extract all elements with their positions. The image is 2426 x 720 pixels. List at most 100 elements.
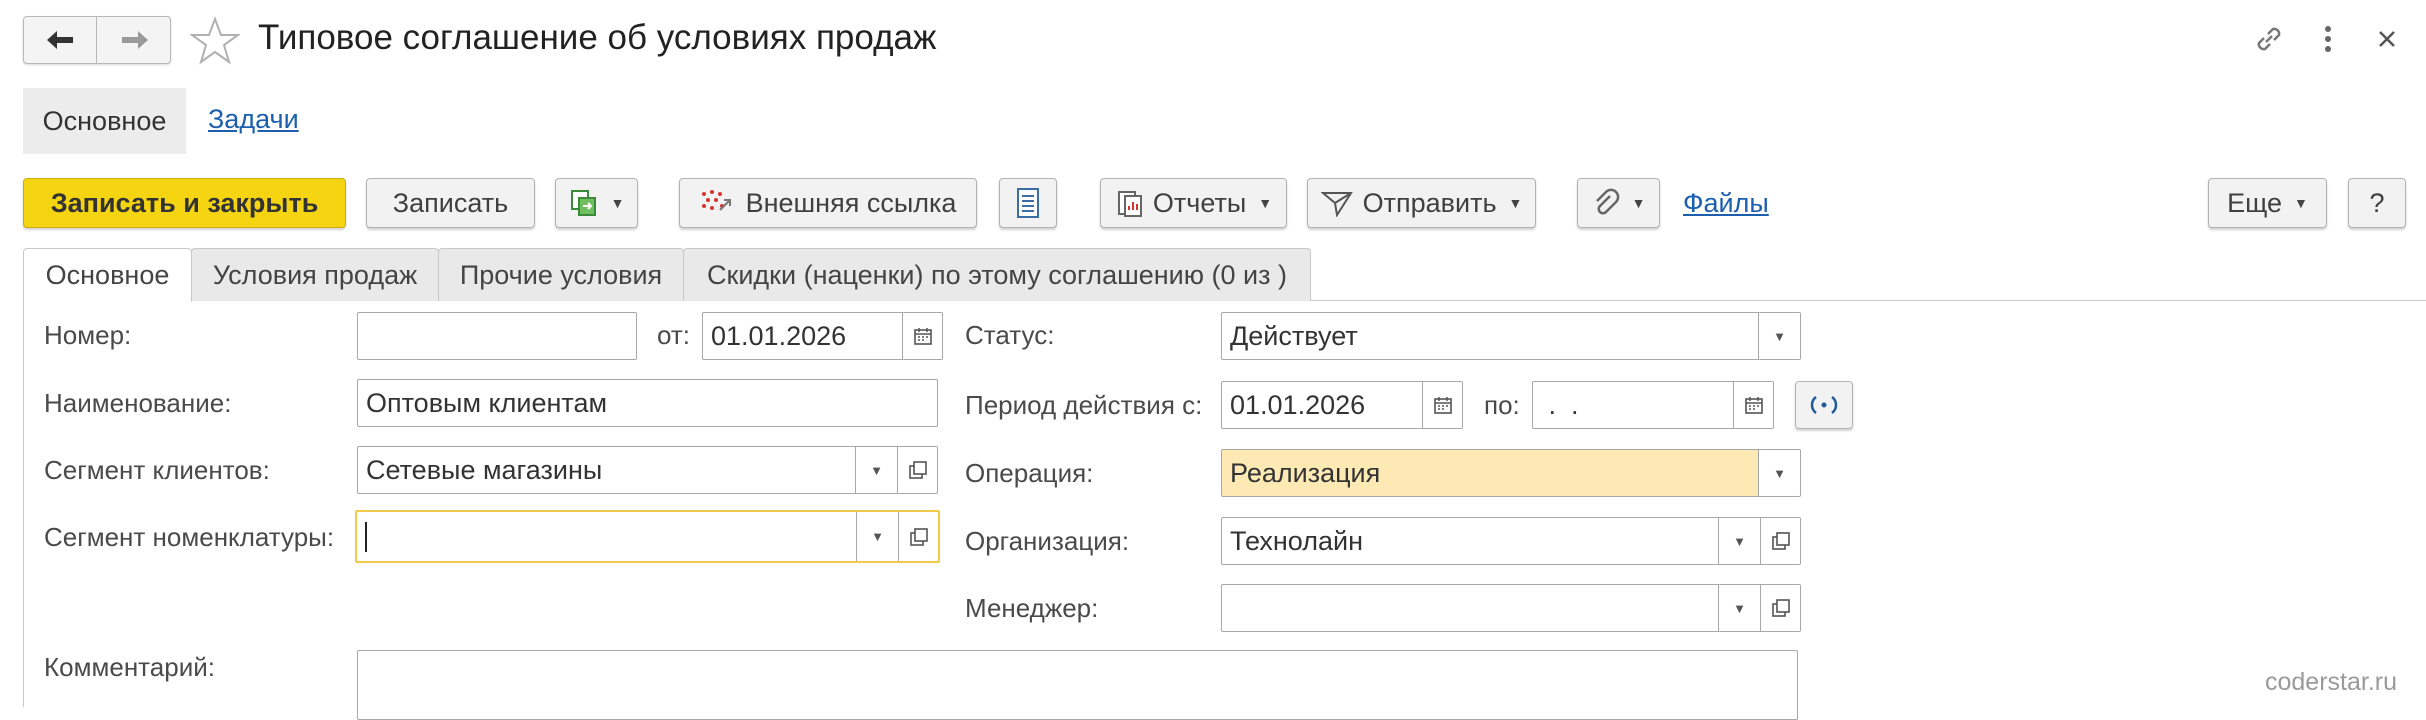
chevron-down-icon: ▼ xyxy=(1508,195,1523,211)
chevron-down-icon: ▼ xyxy=(1773,328,1786,344)
more-vertical-icon[interactable] xyxy=(2313,22,2343,56)
status-value: Действует xyxy=(1230,320,1358,351)
chevron-down-icon: ▼ xyxy=(1258,195,1273,211)
client-segment-open[interactable] xyxy=(897,447,937,493)
help-label: ? xyxy=(2369,187,2385,218)
tab-other-terms[interactable]: Прочие условия xyxy=(438,248,684,301)
organization-field[interactable]: Технолайн ▼ xyxy=(1221,517,1801,565)
help-button[interactable]: ? xyxy=(2348,178,2406,228)
open-icon xyxy=(908,461,927,479)
window-title: Типовое соглашение об условиях продаж xyxy=(258,18,937,57)
manager-open[interactable] xyxy=(1760,585,1800,631)
calendar-icon xyxy=(913,328,932,345)
external-link-button[interactable]: Внешняя ссылка xyxy=(679,178,977,228)
period-select-button[interactable] xyxy=(1795,381,1853,429)
operation-value: Реализация xyxy=(1230,457,1381,488)
nomenclature-segment-open[interactable] xyxy=(898,512,938,561)
nav-tab-tasks-label[interactable]: Задачи xyxy=(208,104,299,134)
tab-discounts[interactable]: Скидки (наценки) по этому соглашению (0 … xyxy=(683,248,1311,301)
reports-button[interactable]: Отчеты ▼ xyxy=(1100,178,1287,228)
name-label: Наименование: xyxy=(44,388,232,418)
form-panel xyxy=(23,300,2426,707)
status-field[interactable]: Действует ▼ xyxy=(1221,312,1801,360)
document-list-button[interactable] xyxy=(999,178,1057,228)
tab-sales-terms-label: Условия продаж xyxy=(212,259,418,290)
save-and-close-button[interactable]: Записать и закрыть xyxy=(23,178,346,228)
star-favorite-icon[interactable] xyxy=(190,16,240,66)
files-link-label[interactable]: Файлы xyxy=(1683,188,1769,218)
send-label: Отправить xyxy=(1362,187,1497,218)
text-cursor xyxy=(365,521,367,552)
client-segment-dropdown[interactable]: ▼ xyxy=(855,447,897,493)
nav-tab-tasks[interactable]: Задачи xyxy=(208,104,299,135)
more-button[interactable]: Еще ▼ xyxy=(2208,178,2327,228)
nav-tab-main[interactable]: Основное xyxy=(23,88,186,154)
attachments-button[interactable]: ▼ xyxy=(1577,178,1660,228)
chevron-down-icon: ▼ xyxy=(610,195,625,211)
reports-icon xyxy=(1117,191,1142,217)
arrow-right-icon xyxy=(121,31,148,49)
manager-field[interactable]: ▼ xyxy=(1221,584,1801,632)
open-icon xyxy=(909,527,928,546)
arrow-left-icon xyxy=(47,31,73,49)
back-button[interactable] xyxy=(24,17,97,63)
chevron-down-icon: ▼ xyxy=(1773,465,1786,481)
calendar-icon xyxy=(1744,397,1763,414)
number-label: Номер: xyxy=(44,320,132,350)
organization-open[interactable] xyxy=(1760,518,1800,564)
period-from-value: 01.01.2026 xyxy=(1230,389,1366,420)
send-button[interactable]: Отправить ▼ xyxy=(1307,178,1536,228)
from-label: от: xyxy=(657,320,691,350)
chevron-down-icon: ▼ xyxy=(1631,195,1646,211)
chevron-down-icon: ▼ xyxy=(2294,195,2308,211)
operation-dropdown[interactable]: ▼ xyxy=(1758,450,1800,496)
calendar-button[interactable] xyxy=(1733,382,1773,428)
tab-main[interactable]: Основное xyxy=(23,248,192,302)
save-button[interactable]: Записать xyxy=(366,178,535,228)
tab-other-terms-label: Прочие условия xyxy=(459,259,663,290)
save-and-close-label: Записать и закрыть xyxy=(50,187,319,218)
watermark: coderstar.ru xyxy=(2265,668,2398,696)
open-icon xyxy=(1771,599,1790,617)
number-field[interactable] xyxy=(357,312,637,360)
name-field[interactable]: Оптовым клиентам xyxy=(357,379,938,427)
client-segment-field[interactable]: Сетевые магазины ▼ xyxy=(357,446,938,494)
manager-label: Менеджер: xyxy=(965,593,1099,623)
organization-dropdown[interactable]: ▼ xyxy=(1718,518,1760,564)
files-link[interactable]: Файлы xyxy=(1683,188,1769,219)
comment-field[interactable] xyxy=(357,650,1798,720)
calendar-icon xyxy=(1433,397,1452,414)
nav-tab-main-label: Основное xyxy=(42,105,167,136)
organization-value: Технолайн xyxy=(1230,525,1363,556)
chevron-down-icon: ▼ xyxy=(871,529,884,544)
status-dropdown[interactable]: ▼ xyxy=(1758,313,1800,359)
link-icon[interactable] xyxy=(2252,22,2286,56)
paperclip-icon xyxy=(1595,188,1619,215)
nomenclature-segment-dropdown[interactable]: ▼ xyxy=(856,512,898,561)
client-segment-label: Сегмент клиентов: xyxy=(44,455,270,485)
nomenclature-segment-label: Сегмент номенклатуры: xyxy=(44,522,335,552)
close-icon[interactable] xyxy=(2372,24,2402,54)
chevron-down-icon: ▼ xyxy=(870,462,883,478)
tab-sales-terms[interactable]: Условия продаж xyxy=(191,248,439,301)
nomenclature-segment-field[interactable]: ▼ xyxy=(355,510,940,563)
create-based-on-button[interactable]: ▼ xyxy=(555,178,638,228)
period-to-value: . . xyxy=(1541,389,1579,420)
from-date-value: 01.01.2026 xyxy=(711,320,847,351)
chevron-down-icon: ▼ xyxy=(1733,533,1746,549)
period-to-field[interactable]: . . xyxy=(1532,381,1774,429)
period-from-field[interactable]: 01.01.2026 xyxy=(1221,381,1463,429)
calendar-button[interactable] xyxy=(1422,382,1462,428)
reports-label: Отчеты xyxy=(1152,187,1247,218)
more-label: Еще xyxy=(2227,187,2283,218)
forward-button[interactable] xyxy=(98,17,171,63)
manager-dropdown[interactable]: ▼ xyxy=(1718,585,1760,631)
operation-field[interactable]: Реализация ▼ xyxy=(1221,449,1801,497)
period-select-icon xyxy=(1810,396,1838,414)
calendar-button[interactable] xyxy=(902,313,942,359)
from-date-field[interactable]: 01.01.2026 xyxy=(702,312,943,360)
tab-discounts-label: Скидки (наценки) по этому соглашению (0 … xyxy=(707,259,1287,290)
external-link-icon xyxy=(701,190,731,211)
comment-label: Комментарий: xyxy=(44,652,215,682)
chevron-down-icon: ▼ xyxy=(1733,600,1746,616)
